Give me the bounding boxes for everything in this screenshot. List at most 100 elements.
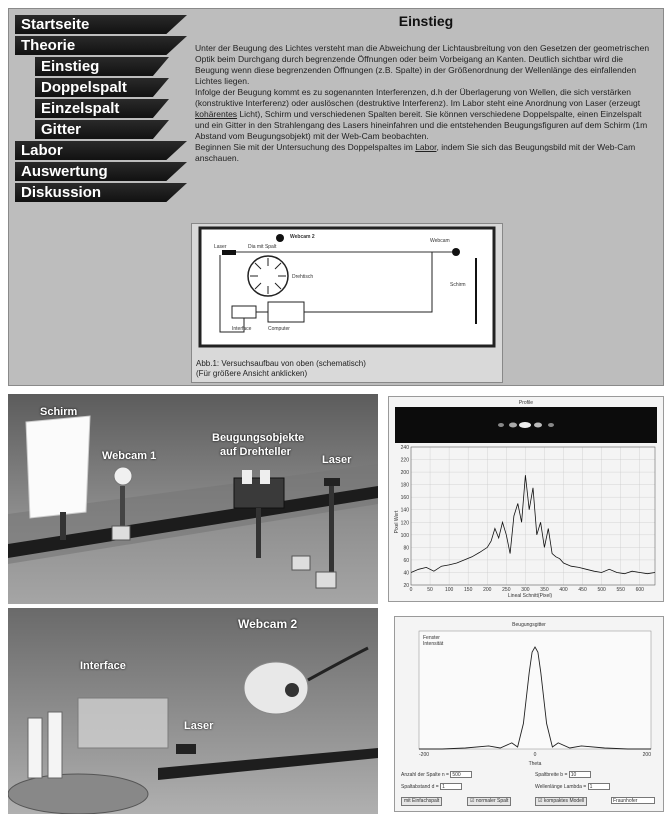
page-title: Einstieg — [398, 13, 454, 29]
chart1-ytick-11: 240 — [401, 445, 410, 451]
chart2-xlabel: Theta — [529, 761, 542, 767]
laser-icon-photo1 — [324, 478, 340, 486]
rail-rider-1 — [111, 525, 131, 541]
link-labor[interactable]: Labor — [415, 142, 436, 152]
link-koharentes[interactable]: kohärentes — [195, 109, 237, 119]
webcam-icon — [452, 248, 460, 256]
website-screenshot: Startseite Theorie Einstieg Doppelspalt … — [8, 8, 664, 386]
nav-item-theorie[interactable]: Theorie — [15, 36, 187, 55]
chart2-legend-2: Intensität — [423, 641, 444, 647]
checkbox-kompaktes-modell-text: kompaktes Modell — [543, 798, 585, 804]
nav-item-gitter[interactable]: Gitter — [35, 120, 169, 139]
paragraph-3-text-a: Beginnen Sie mit der Untersuchung des Do… — [195, 142, 416, 152]
nav-menu: Startseite Theorie Einstieg Doppelspalt … — [15, 15, 187, 204]
chart1-ytick-0: 20 — [403, 583, 409, 589]
model-dropdown[interactable]: Fraunhofer — [611, 797, 655, 804]
chart1-xtick-4: 200 — [483, 587, 492, 593]
diagram-label-drehtisch: Drehtisch — [292, 274, 313, 280]
checkbox-normaler-spalt[interactable]: ☑ normaler Spalt — [467, 797, 512, 806]
nav-item-auswertung[interactable]: Auswertung — [15, 162, 187, 181]
webcam1-post — [120, 486, 125, 526]
slide-2 — [47, 711, 63, 779]
control-n-label: Anzahl der Spalte n = — [401, 771, 449, 778]
nav-item-labor[interactable]: Labor — [15, 141, 187, 160]
chart1-ytick-5: 120 — [401, 520, 410, 526]
laser-post — [329, 486, 334, 574]
chart1-tick-labels: 0 50 100 150 200 250 300 350 400 450 500 550 6002040… — [401, 445, 644, 593]
profile-chart: Profile 0 50 100 150 200 250 300 350 400 450 500 55… — [394, 400, 657, 599]
checkbox-einfachspalt[interactable]: mit Einfachspalt — [401, 797, 443, 806]
nav-item-doppelspalt[interactable]: Doppelspalt — [35, 78, 169, 97]
chart1-xtick-8: 400 — [559, 587, 568, 593]
grating-chart-window: Beugungsgitter Fenster Intensität -200 0 2… — [394, 616, 664, 812]
control-d-label: Spaltabstand d = — [401, 783, 439, 790]
grating-chart: Beugungsgitter Fenster Intensität -200 0 2… — [418, 622, 652, 767]
chart2-xtick-1: 0 — [534, 752, 537, 758]
checkbox-einfachspalt-label: mit Einfachspalt — [401, 797, 443, 806]
webcam2-icon — [276, 234, 284, 242]
diagram-label-computer: Computer — [268, 326, 290, 332]
rail-rider-3 — [315, 571, 337, 589]
checkbox-normaler-spalt-text: normaler Spalt — [475, 798, 509, 804]
photo2-drawing — [8, 646, 378, 814]
checkbox-normaler-spalt-label: ☑ normaler Spalt — [467, 797, 512, 806]
chart1-xtick-9: 450 — [578, 587, 587, 593]
laser-icon-photo2 — [176, 744, 196, 754]
chart1-xtick-2: 100 — [445, 587, 454, 593]
chart1-ytick-2: 60 — [403, 558, 409, 564]
screen-board — [25, 415, 91, 519]
turntable-base — [8, 773, 149, 814]
photo2-label-webcam2: Webcam 2 — [238, 617, 298, 631]
chart1-ytick-1: 40 — [403, 570, 409, 576]
chart1-ylabel: Pixel Wert — [394, 510, 400, 533]
interface-box-photo — [77, 697, 169, 749]
setup-schematic: Webcam 2 Laser Dia mit Spalt Drehtisch W… — [198, 226, 496, 348]
chart1-ytick-4: 100 — [401, 533, 410, 539]
photo1-label-beugung-line1: Beugungsobjekte — [212, 432, 305, 444]
content-area: Einstieg Unter der Beugung des Lichtes v… — [195, 13, 657, 164]
chart1-series-line — [410, 475, 656, 575]
diagram-label-webcam2: Webcam 2 — [290, 234, 315, 240]
paragraph-3: Beginnen Sie mit der Untersuchung des Do… — [195, 142, 657, 164]
chart1-grid — [410, 446, 656, 586]
caption-line-2: (Für größere Ansicht anklicken) — [196, 369, 308, 378]
screen-post — [60, 512, 66, 540]
chart1-ytick-8: 180 — [401, 483, 410, 489]
turntable-objects — [233, 477, 285, 509]
chart1-xtick-10: 500 — [597, 587, 606, 593]
photo2-label-laser: Laser — [184, 720, 214, 732]
slide-holder-1 — [242, 470, 252, 484]
nav-item-einstieg[interactable]: Einstieg — [35, 57, 169, 76]
setup-diagram[interactable]: Webcam 2 Laser Dia mit Spalt Drehtisch W… — [191, 223, 503, 383]
control-b: Spaltbreite b = 10 — [535, 771, 591, 778]
control-d-input[interactable]: 1 — [440, 783, 463, 790]
chart2-xtick-0: -200 — [419, 752, 429, 758]
chart1-plot-border — [410, 446, 656, 586]
nav-item-diskussion[interactable]: Diskussion — [15, 183, 187, 202]
chart2-xtick-2: 200 — [643, 752, 652, 758]
photo1-label-beugung-line2: auf Drehteller — [220, 446, 291, 458]
diagram-label-webcam: Webcam — [430, 238, 450, 244]
chart1-xlabel: Lineal Schnitt(Pixel) — [508, 593, 553, 599]
photo1-drawing — [8, 415, 378, 589]
photo1-label-laser: Laser — [322, 454, 352, 466]
diagram-label-schirm: Schirm — [450, 282, 466, 288]
diagram-label-interface: Interface — [232, 326, 252, 332]
control-b-input[interactable]: 10 — [568, 771, 591, 778]
chart1-ytick-7: 160 — [401, 495, 410, 501]
photo2-label-interface: Interface — [80, 660, 126, 672]
webcam2-arm — [307, 646, 369, 682]
control-n-input[interactable]: 500 — [450, 771, 473, 778]
chart1-title: Profile — [519, 400, 533, 406]
checkbox-kompaktes-modell[interactable]: ☑ kompaktes Modell — [535, 797, 588, 806]
laser-icon — [222, 250, 236, 255]
chart2-tick-labels: -200 0 200 — [419, 752, 651, 758]
photo-setup-overview: Schirm Webcam 1 Beugungsobjekte auf Dreh… — [8, 394, 378, 604]
control-lambda-input[interactable]: 1 — [587, 783, 610, 790]
control-d: Spaltabstand d = 1 — [401, 783, 463, 790]
paragraph-2-text-a: Infolge der Beugung kommt es zu sogenann… — [195, 87, 641, 108]
computer-box — [267, 301, 305, 323]
nav-item-einzelspalt[interactable]: Einzelspalt — [35, 99, 169, 118]
chart1-ytick-6: 140 — [401, 508, 410, 514]
nav-item-startseite[interactable]: Startseite — [15, 15, 187, 34]
